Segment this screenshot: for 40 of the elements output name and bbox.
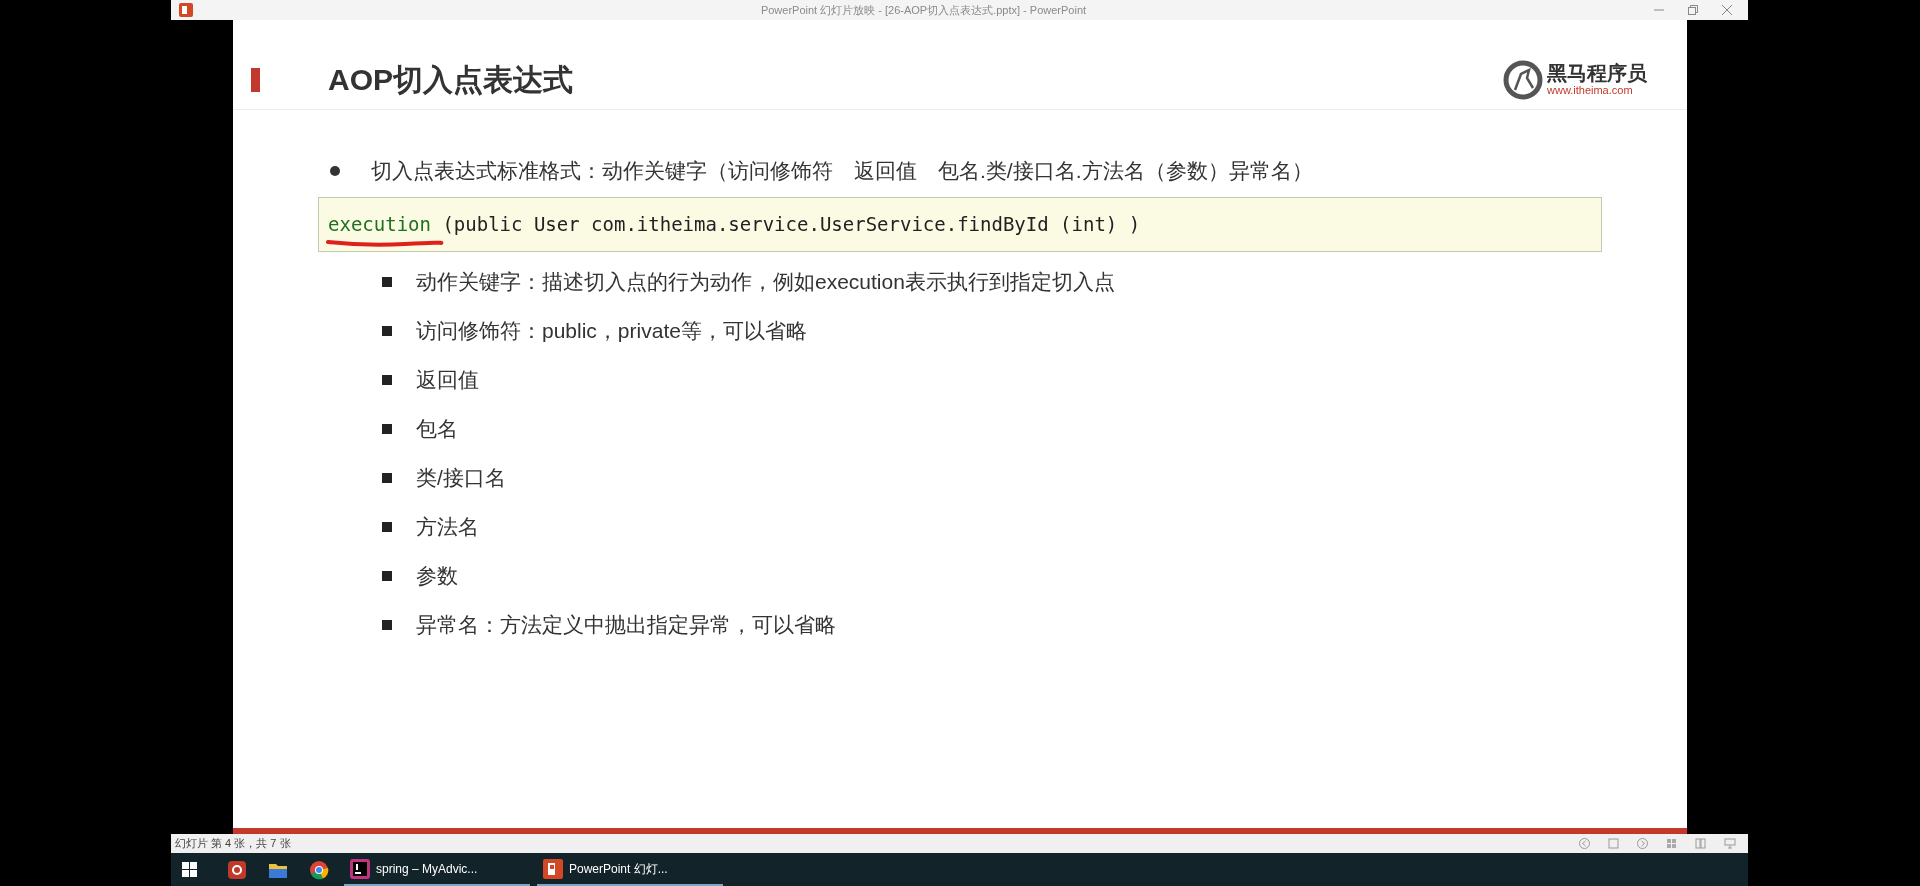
list-item-text: 返回值	[416, 367, 479, 394]
accent-bar	[251, 67, 260, 92]
square-bullet	[382, 571, 392, 581]
code-text: execution (public User com.itheima.service.UserService.findById (int) )	[328, 212, 1141, 238]
square-bullet	[382, 326, 392, 336]
status-text: 幻灯片 第 4 张，共 7 张	[175, 836, 291, 852]
close-icon[interactable]	[1722, 5, 1732, 15]
windows-start-icon[interactable]	[182, 862, 197, 877]
app-icon[interactable]	[227, 859, 247, 880]
square-bullet	[382, 277, 392, 287]
reading-view-icon[interactable]	[1695, 838, 1706, 849]
previous-icon[interactable]	[1579, 838, 1590, 849]
square-bullet	[382, 424, 392, 434]
slideshow-icon[interactable]	[1724, 838, 1736, 849]
square-bullet	[382, 375, 392, 385]
slides-icon[interactable]	[1608, 838, 1619, 849]
square-bullet	[382, 473, 392, 483]
list-item-text: 访问修饰符：public，private等，可以省略	[416, 318, 807, 345]
taskbar-window-button[interactable]: spring – MyAdvic...	[344, 853, 530, 886]
powerpoint-icon	[179, 3, 193, 17]
square-bullet	[382, 522, 392, 532]
restore-icon[interactable]	[1688, 5, 1698, 15]
list-item-text: 类/接口名	[416, 465, 506, 492]
list-item-text: 异常名：方法定义中抛出指定异常，可以省略	[416, 612, 836, 639]
logo-name: 黑马程序员	[1547, 63, 1647, 83]
list-item-text: 包名	[416, 416, 458, 443]
square-bullet	[382, 620, 392, 630]
list-item-text: 方法名	[416, 514, 479, 541]
list-item-text: 动作关键字：描述切入点的行为动作，例如execution表示执行到指定切入点	[416, 269, 1115, 296]
next-icon[interactable]	[1637, 838, 1648, 849]
ide-icon	[350, 858, 370, 879]
chrome-icon[interactable]	[309, 859, 329, 880]
powerpoint-icon	[543, 858, 563, 879]
taskbar-window-button[interactable]: PowerPoint 幻灯...	[537, 853, 723, 886]
logo-url: www.itheima.com	[1547, 85, 1634, 96]
list-item-text: 参数	[416, 563, 458, 590]
slide-title: AOP切入点表达式	[328, 62, 573, 98]
grid-view-icon[interactable]	[1666, 838, 1677, 849]
window-title: PowerPoint 幻灯片放映 - [26-AOP切入点表达式.pptx] - PowerPoint	[760, 2, 1087, 18]
bullet-text: 切入点表达式标准格式：动作关键字（访问修饰符 返回值 包名.类/接口名.方法名（参数）异常名）	[371, 158, 1313, 185]
